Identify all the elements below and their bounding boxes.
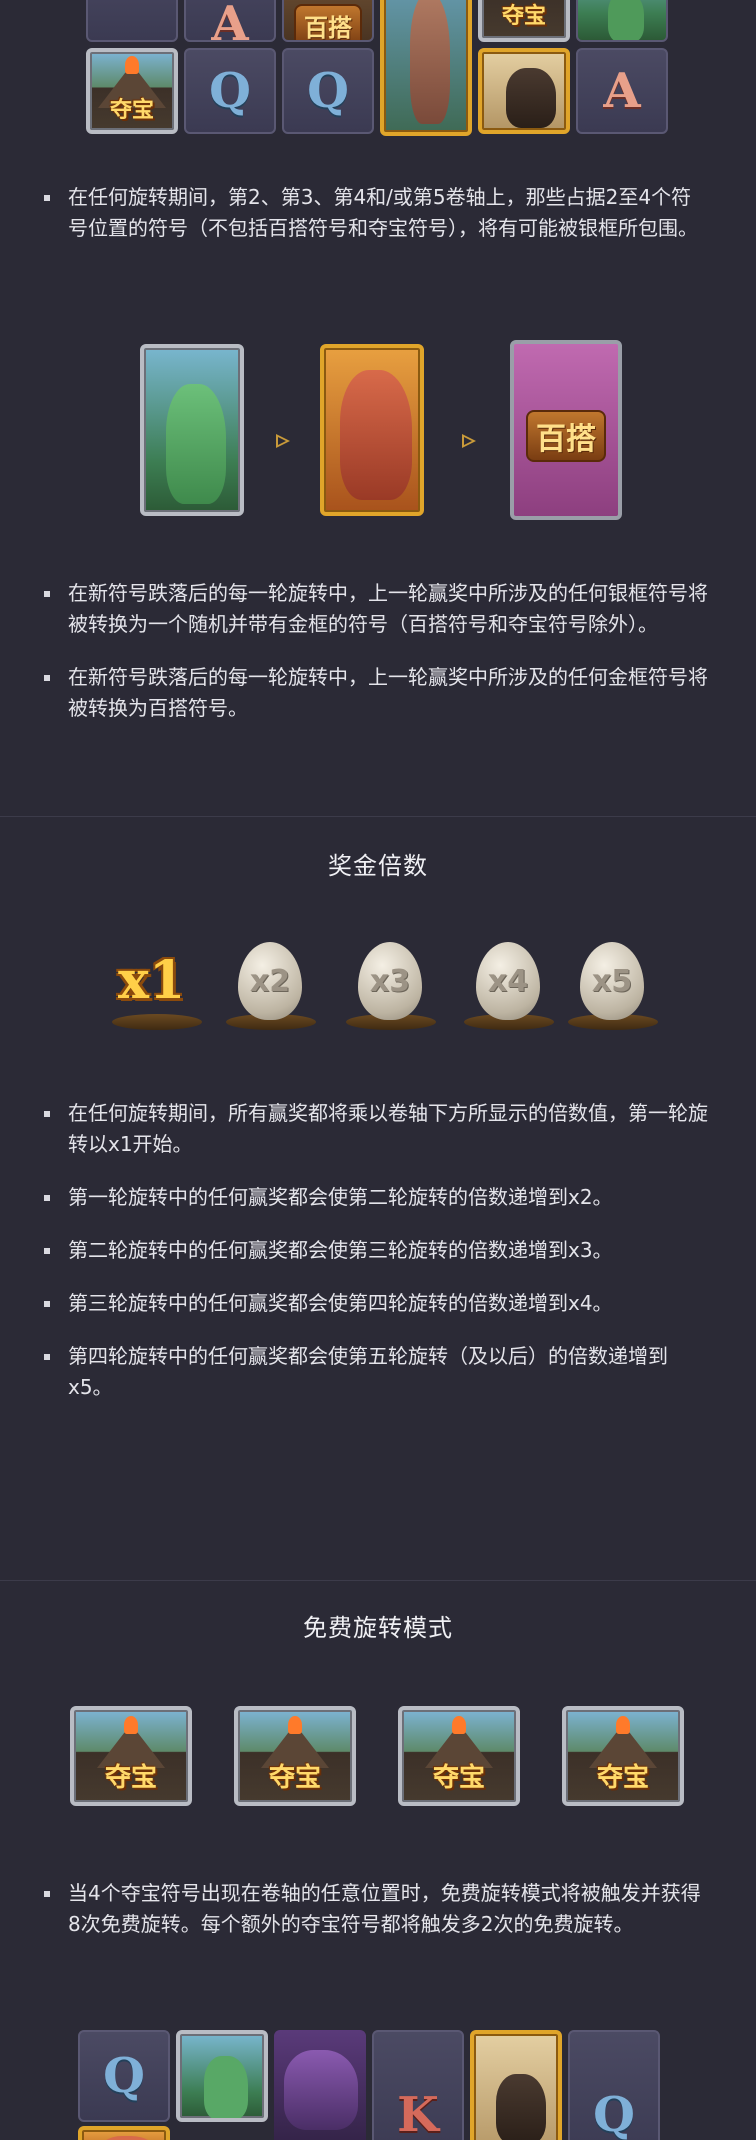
wild-label: 百搭	[294, 4, 362, 40]
symbol-q-tile: Q	[184, 48, 276, 134]
egg-label: x5	[591, 963, 633, 999]
dinosaur-symbol-tile	[576, 0, 668, 42]
bird-dinosaur-icon	[506, 68, 556, 128]
green-dinosaur-icon	[204, 2056, 248, 2118]
multiplier-x1-icon: x1	[118, 950, 186, 1011]
letter-k: K	[397, 2087, 439, 2140]
dinosaur-symbol-tile	[380, 0, 472, 136]
treasure-label: 夺宝	[432, 1763, 486, 1793]
bottom-reel-strip: Q K Q	[0, 2026, 756, 2140]
rule-text: 第一轮旋转中的任何赢奖都会使第二轮旋转的倍数递增到x2。	[44, 1182, 710, 1213]
lava-icon	[452, 1716, 466, 1734]
t-rex-icon	[98, 2136, 158, 2140]
treasure-symbols-row: 夺宝 夺宝 夺宝 夺宝	[0, 1702, 756, 1812]
bird-dinosaur-icon	[496, 2074, 546, 2140]
symbol-q-tile: Q	[568, 2030, 660, 2140]
section-divider	[0, 1580, 756, 1581]
long-neck-dinosaur-icon	[410, 0, 450, 124]
treasure-symbol-tile: 夺宝	[86, 48, 178, 134]
gold-frame-dinosaur-tile	[320, 344, 424, 516]
treasure-label: 夺宝	[268, 1763, 322, 1793]
arrow-right-icon	[462, 434, 476, 448]
egg-x5-icon: x5	[580, 942, 644, 1020]
spiked-dinosaur-icon	[284, 2050, 358, 2130]
lava-icon	[288, 1716, 302, 1734]
treasure-symbol-tile: 夺宝	[234, 1706, 356, 1806]
lava-icon	[125, 56, 139, 74]
rule-text: 在任何旋转期间，第2、第3、第4和/或第5卷轴上，那些占据2至4个符号位置的符号…	[44, 182, 710, 244]
t-rex-symbol-tile	[78, 2126, 170, 2140]
silver-frame-rules: 在任何旋转期间，第2、第3、第4和/或第5卷轴上，那些占据2至4个符号位置的符号…	[44, 182, 710, 266]
green-dinosaur-icon	[608, 0, 644, 40]
green-dinosaur-icon	[166, 384, 226, 504]
letter-q: Q	[209, 63, 251, 119]
treasure-label: 夺宝	[501, 4, 547, 29]
treasure-symbol-tile: 夺宝	[70, 1706, 192, 1806]
wild-symbol-tile: 百搭	[510, 340, 622, 520]
frame-conversion-rules: 在新符号跌落后的每一轮旋转中，上一轮赢奖中所涉及的任何银框符号将被转换为一个随机…	[44, 578, 710, 746]
letter-q: Q	[103, 2048, 145, 2104]
bird-dinosaur-symbol-tile	[470, 2030, 562, 2140]
treasure-label: 夺宝	[109, 98, 155, 123]
rule-text: 在新符号跌落后的每一轮旋转中，上一轮赢奖中所涉及的任何金框符号将被转换为百搭符号…	[44, 662, 710, 724]
letter-a: A	[211, 0, 249, 42]
rule-text: 第四轮旋转中的任何赢奖都会使第五轮旋转（及以后）的倍数递增到x5。	[44, 1341, 710, 1403]
treasure-symbol-tile: 夺宝	[478, 0, 570, 42]
silver-frame-dinosaur-tile	[140, 344, 244, 516]
lava-icon	[124, 1716, 138, 1734]
symbol-k-tile: K	[372, 2030, 464, 2140]
dinosaur-symbol-tile	[176, 2030, 268, 2122]
spiked-dinosaur-symbol-tile	[274, 2030, 366, 2140]
rule-text: 在新符号跌落后的每一轮旋转中，上一轮赢奖中所涉及的任何银框符号将被转换为一个随机…	[44, 578, 710, 640]
treasure-symbol-tile: 夺宝	[562, 1706, 684, 1806]
frame-upgrade-sequence: 百搭	[0, 336, 756, 528]
multiplier-section-title: 奖金倍数	[328, 852, 428, 880]
rule-text: 在任何旋转期间，所有赢奖都将乘以卷轴下方所显示的倍数值，第一轮旋转以x1开始。	[44, 1098, 710, 1160]
egg-x4-icon: x4	[476, 942, 540, 1020]
symbol-tile	[86, 0, 178, 42]
treasure-symbol-tile: 夺宝	[398, 1706, 520, 1806]
egg-x3-icon: x3	[358, 942, 422, 1020]
multiplier-rules: 在任何旋转期间，所有赢奖都将乘以卷轴下方所显示的倍数值，第一轮旋转以x1开始。 …	[44, 1098, 710, 1425]
symbol-a-tile: A	[184, 0, 276, 42]
letter-a: A	[603, 63, 641, 119]
wild-label: 百搭	[526, 410, 606, 462]
free-spins-rules: 当4个夺宝符号出现在卷轴的任意位置时，免费旋转模式将被触发并获得8次免费旋转。每…	[44, 1878, 710, 1962]
free-spins-section-title: 免费旋转模式	[303, 1614, 453, 1642]
egg-x2-icon: x2	[238, 942, 302, 1020]
wild-symbol-tile: 百搭	[282, 0, 374, 42]
multiplier-eggs: x1 x2 x3 x4 x5	[0, 930, 756, 1050]
egg-label: x2	[249, 963, 291, 999]
lava-icon	[616, 1716, 630, 1734]
bird-dinosaur-symbol-tile	[478, 48, 570, 134]
symbol-q-tile: Q	[78, 2030, 170, 2122]
t-rex-icon	[340, 370, 412, 500]
section-divider	[0, 816, 756, 817]
treasure-label: 夺宝	[104, 1763, 158, 1793]
symbol-q-tile: Q	[282, 48, 374, 134]
letter-q: Q	[307, 63, 349, 119]
rule-text: 当4个夺宝符号出现在卷轴的任意位置时，免费旋转模式将被触发并获得8次免费旋转。每…	[44, 1878, 710, 1940]
egg-label: x4	[487, 963, 529, 999]
rule-text: 第三轮旋转中的任何赢奖都会使第四轮旋转的倍数递增到x4。	[44, 1288, 710, 1319]
nest-icon	[112, 1014, 202, 1030]
treasure-label: 夺宝	[596, 1763, 650, 1793]
rule-text: 第二轮旋转中的任何赢奖都会使第三轮旋转的倍数递增到x3。	[44, 1235, 710, 1266]
top-reel-strip: A 百搭 夺宝 夺宝 Q Q A	[0, 0, 756, 136]
arrow-right-icon	[276, 434, 290, 448]
letter-q: Q	[593, 2087, 635, 2140]
egg-label: x3	[369, 963, 411, 999]
symbol-a-tile: A	[576, 48, 668, 134]
